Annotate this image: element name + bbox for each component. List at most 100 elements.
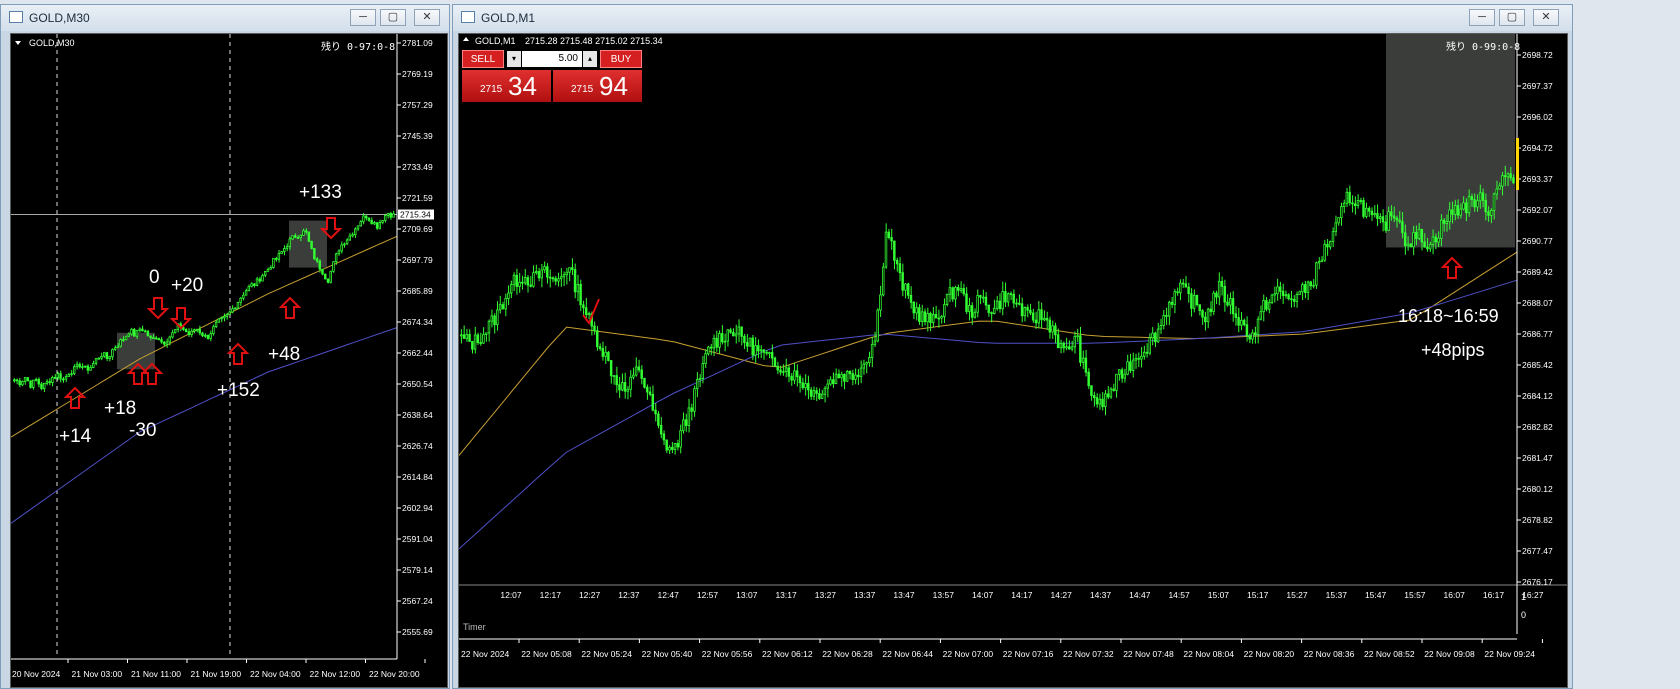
m1-candle xyxy=(1154,331,1157,348)
m1-candle xyxy=(607,351,610,362)
price-axis-label: 2698.72 xyxy=(1522,50,1553,60)
m1-candle-body xyxy=(676,443,680,448)
time-axis-label: 22 Nov 07:00 xyxy=(943,649,994,659)
left-window-titlebar[interactable]: GOLD,M30 ─ ▢ ✕ xyxy=(1,5,449,31)
m30-candle xyxy=(351,232,354,238)
maximize-button[interactable]: ▢ xyxy=(380,9,406,26)
minimize-button[interactable]: ─ xyxy=(1469,9,1495,26)
m1-candle-body xyxy=(937,317,940,320)
m1-candle-body xyxy=(1098,398,1102,405)
m30-candle xyxy=(203,333,207,338)
right-chart-svg[interactable]: 2698.72 2697.37 2696.02 2694.72 2693.37 2692.… xyxy=(459,34,1567,687)
m1-candle xyxy=(973,308,977,319)
left-chart-area[interactable]: GOLD,M30 残り 0-97:0-8 2781.09 2769.19 2757.… xyxy=(10,33,448,688)
lot-size-input[interactable]: 5.00 xyxy=(522,51,582,67)
maximize-button[interactable]: ▢ xyxy=(1499,9,1525,26)
m30-candle-body xyxy=(37,378,40,385)
m1-candle-body xyxy=(609,360,613,377)
m30-candle xyxy=(217,318,221,323)
m30-candle xyxy=(119,338,122,348)
right-window-title: GOLD,M1 xyxy=(481,11,536,25)
close-button[interactable]: ✕ xyxy=(414,9,440,26)
m1-candle-body xyxy=(1345,191,1349,204)
m1-candle-body xyxy=(509,284,513,294)
m1-candle-body xyxy=(548,276,552,279)
sell-button[interactable]: SELL xyxy=(462,50,504,68)
current-price-label: 2715.34 xyxy=(400,210,431,220)
m1-candle xyxy=(523,268,527,286)
m1-candle xyxy=(1265,297,1268,312)
m30-candle-body xyxy=(146,330,150,337)
m1-candle xyxy=(1251,329,1254,344)
m1-candle-body xyxy=(568,267,571,273)
m1-candle-body xyxy=(1054,325,1057,336)
m1-candle xyxy=(879,285,882,317)
m1-candle xyxy=(1131,352,1135,378)
m1-candle-body xyxy=(607,351,610,361)
m30-candle-body xyxy=(313,248,316,260)
price-axis-label: 2696.02 xyxy=(1522,112,1553,122)
m1-candle-body xyxy=(1106,393,1110,398)
m1-candle-body xyxy=(1340,206,1343,218)
right-chart-window[interactable]: GOLD,M1 ─ ▢ ✕ 2698.72 2697.37 2696.02 2694.… xyxy=(452,4,1573,689)
m1-candle xyxy=(1006,292,1010,307)
m1-candle xyxy=(929,311,932,332)
buy-entry-arrow xyxy=(226,342,250,365)
m1-candle xyxy=(490,309,493,328)
left-chart-window[interactable]: GOLD,M30 ─ ▢ ✕ GOLD,M30 残り 0-97:0-8 2781… xyxy=(0,4,450,689)
m30-candle xyxy=(209,330,212,342)
m1-candle xyxy=(476,332,480,345)
m1-candle xyxy=(1212,290,1215,316)
m30-candle-body xyxy=(277,253,281,260)
ma-fast-line xyxy=(459,251,1518,456)
m1-candle-body xyxy=(726,329,729,342)
m1-candle-body xyxy=(784,367,788,373)
m1-candle xyxy=(954,285,957,308)
m1-candle-body xyxy=(1442,219,1446,224)
m1-candle-body xyxy=(1187,286,1190,294)
m1-candle-body xyxy=(1265,300,1268,310)
session-highlight-box xyxy=(289,220,327,268)
m1-candle xyxy=(1065,337,1068,351)
m30-candle-body xyxy=(228,311,231,315)
m1-candle-body xyxy=(923,311,927,323)
m1-candle-body xyxy=(593,325,596,332)
m1-candle-body xyxy=(601,348,605,357)
right-window-titlebar[interactable]: GOLD,M1 ─ ▢ ✕ xyxy=(453,5,1572,31)
m1-candle-body xyxy=(1131,359,1135,371)
chart-collapse-icon[interactable] xyxy=(15,41,21,45)
m1-candle xyxy=(734,324,738,344)
m1-candle-body xyxy=(682,419,685,432)
close-button[interactable]: ✕ xyxy=(1533,9,1559,26)
m1-candle xyxy=(557,272,560,287)
m30-candle-body xyxy=(130,328,133,335)
m30-candle xyxy=(392,210,395,218)
m30-candle-body xyxy=(288,238,291,248)
left-chart-svg[interactable]: GOLD,M30 残り 0-97:0-8 2781.09 2769.19 2757.… xyxy=(11,34,447,687)
m1-candle xyxy=(1370,207,1374,221)
m30-candle xyxy=(86,364,90,374)
m1-candle xyxy=(646,384,649,400)
m30-candle xyxy=(40,381,43,391)
m30-candle xyxy=(18,377,21,388)
sub-axis-bottom: 0 xyxy=(1521,610,1526,620)
sell-price-box[interactable]: 2715 34 xyxy=(462,70,551,102)
m1-candle-body xyxy=(1123,373,1126,379)
m1-candle-body xyxy=(1259,311,1263,320)
lot-increase-button[interactable]: ▴ xyxy=(583,51,597,67)
m1-candle xyxy=(1351,195,1354,213)
buy-button[interactable]: BUY xyxy=(600,50,642,68)
chart-collapse-icon[interactable] xyxy=(463,37,469,41)
m1-candle-body xyxy=(1184,283,1188,288)
minimize-button[interactable]: ─ xyxy=(350,9,376,26)
lot-decrease-button[interactable]: ▾ xyxy=(507,51,521,67)
m1-candle-body xyxy=(1445,221,1449,224)
m1-candle xyxy=(773,356,777,367)
m1-candle xyxy=(723,333,727,352)
m30-candle xyxy=(83,365,87,368)
m30-candle-body xyxy=(386,212,390,216)
buy-price-box[interactable]: 2715 94 xyxy=(553,70,642,102)
m30-candle-body xyxy=(258,278,261,282)
m1-candle xyxy=(793,362,796,385)
right-chart-area[interactable]: 2698.72 2697.37 2696.02 2694.72 2693.37 2692.… xyxy=(458,33,1568,688)
